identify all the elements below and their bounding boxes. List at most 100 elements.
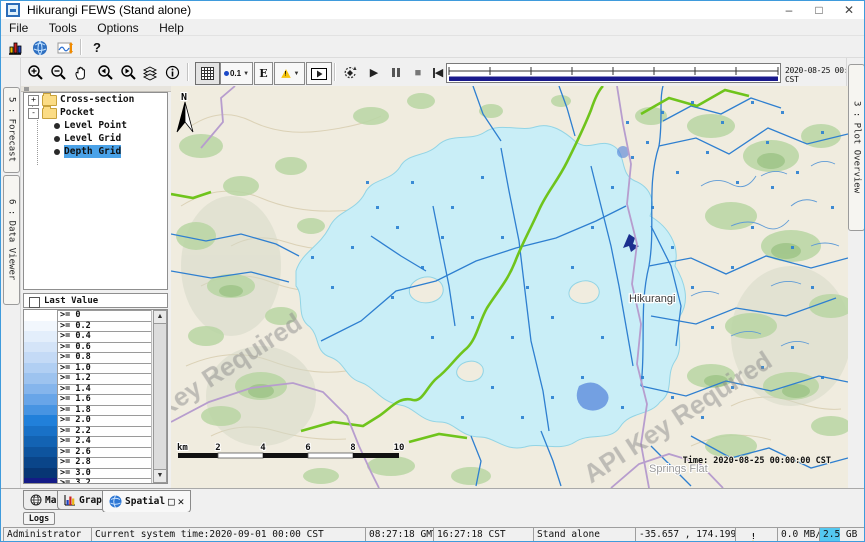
tab-spatial[interactable]: Spatial □ ✕	[102, 490, 191, 513]
tree-row[interactable]: Level Grid	[24, 132, 167, 145]
legend-swatch	[24, 331, 57, 342]
svg-text:4: 4	[260, 443, 266, 453]
legend-swatch	[24, 468, 57, 479]
last-value-checkbox[interactable]	[29, 297, 40, 308]
timeseries-display-icon[interactable]	[55, 38, 75, 57]
bullet-icon	[54, 149, 60, 155]
legend-header: Last Value	[23, 293, 168, 308]
menu-file[interactable]: File	[1, 20, 36, 36]
zoom-previous-icon[interactable]	[93, 62, 115, 83]
warning-icon	[747, 529, 759, 542]
legend-swatch	[24, 436, 57, 447]
status-bar: Administrator Current system time:2020-0…	[1, 526, 864, 542]
view-tabs-bar: Map Graph Spatial □ ✕	[1, 488, 864, 512]
status-user: Administrator	[3, 527, 94, 542]
main-toolbar: ?	[1, 36, 864, 58]
time-slider[interactable]	[446, 63, 781, 83]
tab-forecast[interactable]: 5 : Forecast	[3, 87, 20, 173]
logs-button[interactable]: Logs	[23, 512, 55, 525]
play-icon[interactable]: ▶	[365, 62, 383, 83]
scroll-up-icon[interactable]: ▲	[153, 310, 167, 324]
tab-spatial-label: Spatial	[125, 496, 165, 507]
tree-label[interactable]: Level Grid	[64, 132, 121, 145]
zoom-in-icon[interactable]	[24, 62, 46, 83]
close-button[interactable]: ✕	[834, 1, 864, 19]
status-system-time: Current system time:2020-09-01 00:00 CST	[91, 527, 368, 542]
pause-icon[interactable]	[387, 62, 405, 83]
maximize-button[interactable]: □	[804, 1, 834, 19]
map-view[interactable]: API Key Required API Key Required Hikura…	[171, 86, 848, 488]
svg-text:N: N	[181, 92, 187, 103]
expander-icon[interactable]: -	[28, 108, 39, 119]
legend-swatch	[24, 478, 57, 484]
thresholds-dropdown[interactable]: ▼	[274, 62, 305, 85]
status-local-time: 16:27:18 CST	[433, 527, 536, 542]
scroll-down-icon[interactable]: ▼	[153, 469, 167, 483]
point-size-value: 0.1	[230, 69, 241, 78]
wireframe-globe-icon	[30, 494, 42, 506]
tab-data-viewer[interactable]: 6 : Data Viewer	[3, 175, 20, 305]
tree-row-selected[interactable]: Depth Grid	[24, 145, 167, 158]
stop-icon[interactable]: ■	[409, 62, 427, 83]
svg-text:10: 10	[394, 443, 405, 453]
status-mode: Stand alone	[533, 527, 638, 542]
tree-row[interactable]: + Cross-section	[24, 93, 167, 106]
tab-maximize-icon[interactable]: □	[168, 495, 175, 508]
menu-tools[interactable]: Tools	[41, 20, 85, 36]
tree-row[interactable]: Level Point	[24, 119, 167, 132]
legend-swatch	[24, 457, 57, 468]
zoom-out-icon[interactable]	[47, 62, 69, 83]
logs-row: Logs	[1, 512, 864, 526]
status-coordinates: -35.657 , 174.199	[635, 527, 738, 542]
folder-icon	[42, 108, 57, 119]
bar-chart-icon	[64, 494, 76, 506]
map-time-label: Time: 2020-08-25 00:00:00 CST	[683, 455, 831, 466]
expander-icon[interactable]: +	[28, 95, 39, 106]
tree-label[interactable]: Level Point	[64, 119, 127, 132]
explorer-chart-icon[interactable]	[5, 38, 25, 57]
tree-label[interactable]: Depth Grid	[64, 145, 121, 158]
legend-swatch	[24, 405, 57, 416]
legend-scrollbar[interactable]: ▲ ▼	[151, 310, 167, 483]
tab-plot-overview[interactable]: 3 : Plot Overview	[848, 64, 865, 231]
legend-swatch	[24, 384, 57, 395]
grid-display-icon[interactable]	[195, 62, 220, 85]
tree-label[interactable]: Cross-section	[60, 93, 134, 106]
caret-down-icon: ▼	[294, 71, 300, 77]
step-back-icon[interactable]: ◀	[429, 62, 447, 83]
globe-map-icon[interactable]	[30, 38, 50, 57]
map-canvas: API Key Required API Key Required Hikura…	[171, 86, 848, 488]
zoom-next-icon[interactable]	[116, 62, 138, 83]
tab-close-icon[interactable]: ✕	[178, 495, 185, 508]
legend-swatch	[24, 415, 57, 426]
folder-icon	[42, 95, 57, 106]
menu-options[interactable]: Options	[89, 20, 146, 36]
minimize-button[interactable]: –	[774, 1, 804, 19]
menu-help[interactable]: Help	[151, 20, 192, 36]
animation-settings-icon[interactable]	[339, 62, 361, 83]
town-label: Hikurangi	[629, 293, 675, 305]
app-logo-icon	[6, 3, 20, 17]
legend-swatch	[24, 394, 57, 405]
labels-toggle-button[interactable]: E	[254, 62, 273, 85]
menu-bar: File Tools Options Help	[1, 19, 864, 36]
caret-down-icon: ▼	[243, 71, 249, 77]
bullet-icon	[54, 136, 60, 142]
scroll-thumb[interactable]	[153, 323, 167, 471]
movie-export-icon[interactable]	[306, 62, 332, 85]
legend-swatch	[24, 352, 57, 363]
info-icon[interactable]	[162, 62, 182, 83]
tree-label[interactable]: Pocket	[60, 106, 94, 119]
svg-text:6: 6	[305, 443, 310, 453]
status-memory: 2.5 GB	[819, 527, 865, 542]
help-button[interactable]: ?	[87, 38, 107, 57]
layers-icon[interactable]	[139, 62, 161, 83]
legend-list: >= 0 >= 0.2 >= 0.4 >= 0.6 >= 0.8 >= 1.0 …	[23, 309, 168, 484]
status-warning-cell[interactable]	[735, 527, 780, 542]
point-size-dropdown[interactable]: 0.1 ▼	[220, 62, 253, 85]
tree-row[interactable]: - Pocket	[24, 106, 167, 119]
legend-label: >= 3.2	[57, 478, 155, 484]
svg-text:km: km	[177, 443, 188, 453]
pan-hand-icon[interactable]	[70, 62, 92, 83]
left-dock-strip: 5 : Forecast 6 : Data Viewer	[1, 58, 21, 488]
